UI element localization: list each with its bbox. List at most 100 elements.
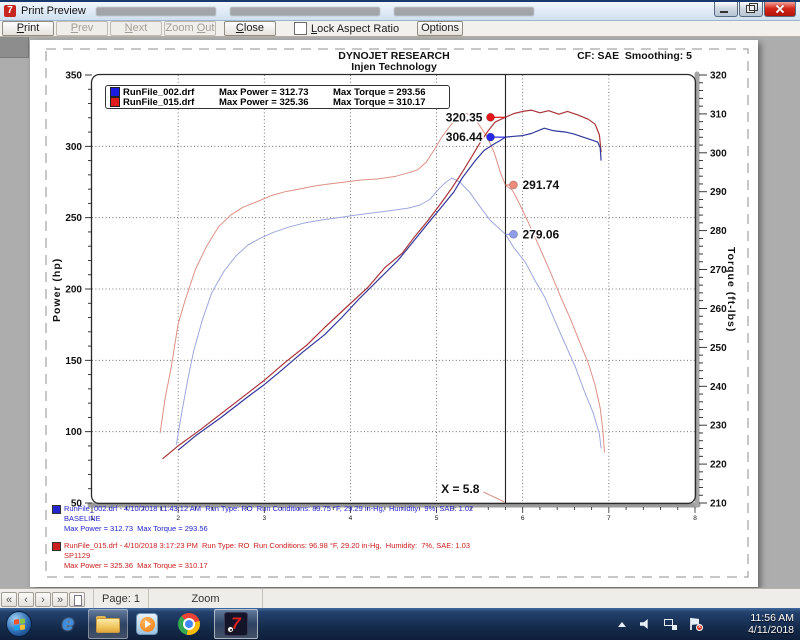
redacted-title-text <box>394 7 534 16</box>
torque-tick-label: 210 <box>710 499 727 510</box>
torque-tick-label: 230 <box>710 421 727 432</box>
chart-subtitle: Injen Technology <box>30 61 758 73</box>
legend-text: Max Power = 325.36 <box>219 97 333 108</box>
redacted-title-text <box>96 7 216 16</box>
lock-aspect-ratio-checkbox[interactable] <box>294 22 307 35</box>
chart-correction-note: CF: SAE Smoothing: 5 <box>577 50 692 62</box>
windows-flag-icon <box>14 618 25 630</box>
cursor-label-leader <box>483 492 504 502</box>
run-info-footer: RunFile_002.drf - 4/10/2018 11:43:12 AM … <box>52 504 473 578</box>
legend-text: Max Torque = 310.17 <box>333 97 426 108</box>
power-axis-title: Power (hp) <box>50 190 64 390</box>
start-button[interactable] <box>6 611 32 637</box>
taskbar-item-ie[interactable]: e <box>55 611 81 637</box>
x-tick-label: 8 <box>693 515 697 522</box>
print-preview-area: 3503002502001501005032031030029028027026… <box>0 37 800 588</box>
marker-value-label: 320.35 <box>446 110 483 124</box>
lock-aspect-ratio-label: Lock Aspect Ratio <box>311 23 399 35</box>
network-icon[interactable] <box>664 619 677 630</box>
page-indicator: Page: 1 <box>93 589 149 609</box>
run-info-line: RunFile_015.drf - 4/10/2018 3:17:23 PM R… <box>64 541 473 551</box>
marker-value-label: 291.74 <box>522 178 559 192</box>
action-center-flag-icon[interactable]: x <box>690 618 700 630</box>
taskbar: e 7 x 11:56 AM 4/11/2018 <box>0 608 800 640</box>
run-info-line: BASELINE <box>64 514 473 524</box>
toolbar-button-prev: Prev <box>56 21 108 36</box>
series-torque_002 <box>176 178 601 448</box>
first-page-button[interactable]: « <box>1 592 17 607</box>
taskbar-item-media-player[interactable] <box>134 611 160 637</box>
cursor-x-label: X = 5.8 <box>441 482 480 496</box>
statusbar: «‹›» Page: 1 Zoom <box>0 588 800 609</box>
x-tick-label: 7 <box>607 515 611 522</box>
chrome-icon <box>178 613 200 635</box>
restore-button[interactable] <box>739 2 763 17</box>
taskbar-item-chrome[interactable] <box>176 611 202 637</box>
run-info-block: RunFile_002.drf - 4/10/2018 11:43:12 AM … <box>52 504 473 534</box>
preview-corner-block <box>0 37 29 58</box>
screen: 7 Print Preview PrintPrevNextZoom OutClo… <box>0 0 800 640</box>
window-title: Print Preview <box>21 5 86 17</box>
legend-text: RunFile_015.drf <box>123 97 219 108</box>
taskbar-item-explorer[interactable] <box>88 609 128 639</box>
legend-color-swatch <box>110 97 120 107</box>
minimize-button[interactable] <box>714 2 738 17</box>
system-tray: x <box>618 608 704 640</box>
run-info-line: Max Power = 312.73 Max Torque = 293.56 <box>64 524 473 534</box>
marker-dot <box>509 181 517 189</box>
run-info-line: SP1129 <box>64 551 473 561</box>
power-tick-label: 300 <box>65 142 82 153</box>
run-info-line: RunFile_002.drf - 4/10/2018 11:43:12 AM … <box>64 504 473 514</box>
next-page-button[interactable]: › <box>35 592 51 607</box>
zoom-indicator: Zoom <box>149 589 263 609</box>
redacted-title-text <box>230 7 380 16</box>
legend-row: RunFile_002.drfMax Power = 312.73Max Tor… <box>110 87 449 97</box>
run-info-block: RunFile_015.drf - 4/10/2018 3:17:23 PM R… <box>52 541 473 571</box>
series-torque_015 <box>160 113 604 452</box>
toolbar-button-options[interactable]: Options <box>417 21 463 36</box>
internet-explorer-icon: e <box>62 612 74 636</box>
toolbar-button-next: Next <box>110 21 162 36</box>
hidden-icons-arrow[interactable] <box>618 622 626 627</box>
torque-tick-label: 300 <box>710 148 727 159</box>
legend-color-swatch <box>110 87 120 97</box>
power-tick-label: 200 <box>65 285 82 296</box>
power-tick-label: 150 <box>65 356 82 367</box>
taskbar-clock[interactable]: 11:56 AM 4/11/2018 <box>748 612 794 636</box>
torque-axis-title: Torque (ft-lbs) <box>724 190 738 390</box>
marker-dot <box>486 113 494 121</box>
app-icon: 7 <box>4 5 16 17</box>
page-nav-buttons: «‹›» <box>0 592 68 607</box>
plot-frame <box>92 75 696 504</box>
minimize-icon <box>720 11 728 13</box>
restore-icon <box>746 5 755 13</box>
volume-icon[interactable] <box>640 619 651 629</box>
caption-buttons <box>713 2 796 17</box>
preview-page: 3503002502001501005032031030029028027026… <box>30 40 758 587</box>
marker-value-label: 306.44 <box>446 130 483 144</box>
torque-tick-label: 310 <box>710 109 727 120</box>
power-tick-label: 100 <box>65 427 82 438</box>
torque-tick-label: 220 <box>710 460 727 471</box>
media-player-icon <box>136 613 158 635</box>
prev-page-button[interactable]: ‹ <box>18 592 34 607</box>
clock-date: 4/11/2018 <box>748 624 794 636</box>
marker-value-label: 279.06 <box>522 227 559 241</box>
power-tick-label: 250 <box>65 213 82 224</box>
taskbar-item-dynojet-active[interactable]: 7 <box>214 609 258 639</box>
x-tick-label: 6 <box>521 515 525 522</box>
dynojet-app-icon: 7 <box>224 612 248 636</box>
toolbar-button-print[interactable]: Print <box>2 21 54 36</box>
marker-dot <box>509 230 517 238</box>
last-page-button[interactable]: » <box>52 592 68 607</box>
folder-icon <box>96 616 120 633</box>
page-margin-dashes <box>46 49 748 577</box>
close-button[interactable] <box>764 2 796 17</box>
toolbar-button-close[interactable]: Close <box>224 21 276 36</box>
dynojet-ball-icon <box>227 626 234 633</box>
series-power_015 <box>163 110 601 459</box>
titlebar: 7 Print Preview <box>0 0 800 21</box>
run-color-swatch <box>52 505 61 514</box>
export-page-button[interactable] <box>69 592 85 607</box>
run-color-swatch <box>52 542 61 551</box>
